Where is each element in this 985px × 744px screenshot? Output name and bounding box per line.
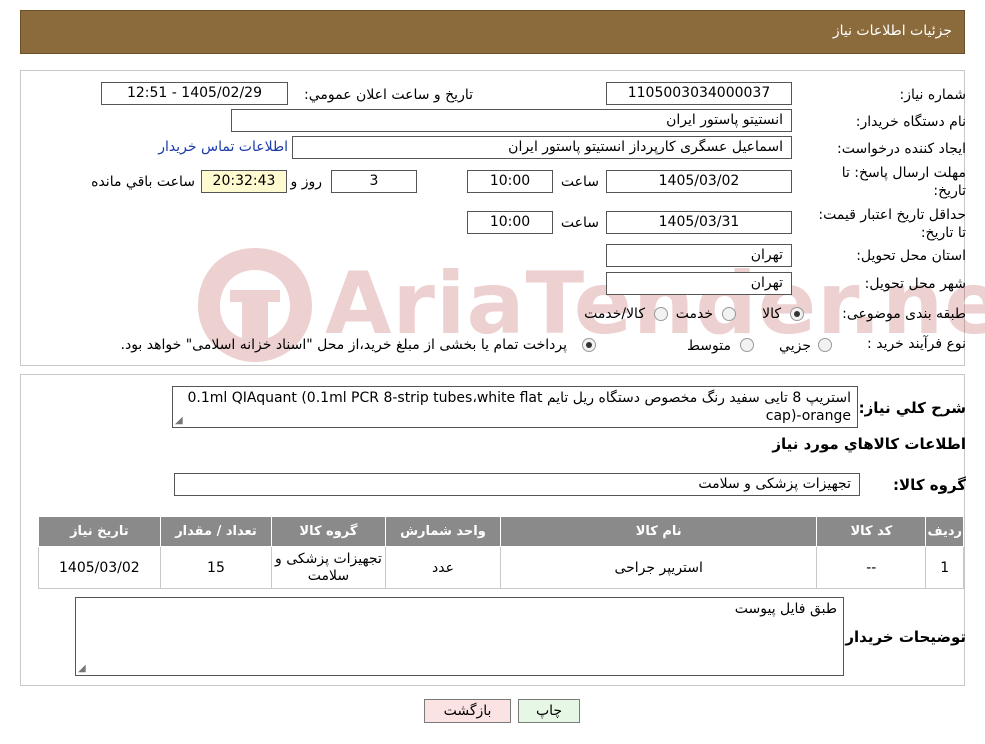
col-unit-header: واحد شمارش [384,516,502,547]
validity-time-label: ساعت [560,215,599,231]
back-button[interactable]: بازگشت [424,699,511,723]
remaining-time-field: 20:32:43 [201,170,287,193]
process-note: پرداخت تمام یا بخشی از مبلغ خرید،از محل … [120,337,567,353]
col-code-header: کد کالا [816,516,927,547]
col-name-header: نام کالا [500,516,818,547]
city-label: شهر محل تحويل: [864,276,966,292]
general-desc-text: استریپ 8 تایی سفید رنگ مخصوص دستگاه ریل … [187,390,851,424]
deadline-time-label: ساعت [560,174,599,190]
category-goods-radio[interactable] [790,307,804,321]
resize-grip-icon[interactable]: ◢ [175,416,183,426]
validity-time-field: 10:00 [467,211,553,234]
category-goods-service-radio[interactable] [654,307,668,321]
cell-unit: عدد [384,546,502,589]
deadline-label: مهلت ارسال پاسخ: تا تاریخ: [841,165,966,199]
general-desc-label: شرح کلي نياز: [858,399,966,417]
process-small-label: جزيي [779,338,811,354]
category-goods-service-label: کالا/خدمت [584,306,645,322]
resize-grip-icon[interactable]: ◢ [78,664,86,674]
print-button[interactable]: چاپ [518,699,580,723]
items-table: رديف کد کالا نام کالا واحد شمارش گروه کا… [38,516,964,589]
category-service-radio[interactable] [722,307,736,321]
cell-group: تجهیزات پزشکی و سلامت [271,546,386,589]
page-title: جزئیات اطلاعات نیاز [832,23,952,39]
need-number-label: شماره نیاز: [899,87,967,103]
buyer-notes-text: طبق فایل پیوست [734,601,837,617]
col-group-header: گروه کالا [271,516,386,547]
col-date-header: تاريخ نياز [38,516,161,547]
process-small-radio[interactable] [818,338,832,352]
process-label: نوع فرآيند خريد : [867,336,966,352]
requester-label: ايجاد کننده درخواست: [837,141,966,157]
process-treasury-checkbox[interactable] [582,338,596,352]
days-field: 3 [331,170,417,193]
general-desc-field: استریپ 8 تایی سفید رنگ مخصوص دستگاه ریل … [172,386,858,428]
cell-qty: 15 [159,546,273,589]
goods-group-label: گروه کالا: [893,476,966,494]
category-label: طبقه بندی موضوعی: [842,306,966,322]
deadline-date-field: 1405/03/02 [606,170,792,193]
process-medium-label: متوسط [687,338,731,354]
page-header: جزئیات اطلاعات نیاز [20,10,965,54]
buyer-notes-field: طبق فایل پیوست ◢ [75,597,844,676]
buyer-org-field: انستيتو پاستور ايران [231,109,792,132]
col-row-header: رديف [925,516,964,547]
goods-group-field: تجهیزات پزشکی و سلامت [174,473,860,496]
province-label: استان محل تحويل: [856,248,966,264]
buyer-org-label: نام دستگاه خريدار: [855,114,966,130]
table-header-row: رديف کد کالا نام کالا واحد شمارش گروه کا… [38,516,964,547]
contact-info-link[interactable]: اطلاعات تماس خریدار [158,139,288,155]
buyer-notes-label: توضيحات خريدار: [839,628,966,646]
deadline-time-field: 10:00 [467,170,553,193]
cell-name: استریپر جراحی [500,546,818,589]
requester-field: اسماعيل عسگری كارپرداز انستيتو پاستور اي… [292,136,792,159]
goods-info-title: اطلاعات کالاهاي مورد نياز [772,435,966,453]
cell-code: -- [816,546,927,589]
col-qty-header: تعداد / مقدار [159,516,273,547]
announce-label: تاريخ و ساعت اعلان عمومي: [304,87,473,103]
remaining-time-label: ساعت باقي مانده [91,174,195,190]
province-field: تهران [606,244,792,267]
city-field: تهران [606,272,792,295]
cell-date: 1405/03/02 [38,546,161,589]
cell-row: 1 [925,546,964,589]
announce-field: 1405/02/29 - 12:51 [101,82,288,105]
process-medium-radio[interactable] [740,338,754,352]
validity-label: حداقل تاريخ اعتبار قيمت: تا تاریخ: [818,207,966,241]
validity-date-field: 1405/03/31 [606,211,792,234]
table-row: 1 -- استریپر جراحی عدد تجهیزات پزشکی و س… [38,546,964,589]
category-service-label: خدمت [675,306,713,322]
category-goods-label: کالا [762,306,781,322]
days-label: روز و [290,174,323,190]
need-number-field: 1105003034000037 [606,82,792,105]
